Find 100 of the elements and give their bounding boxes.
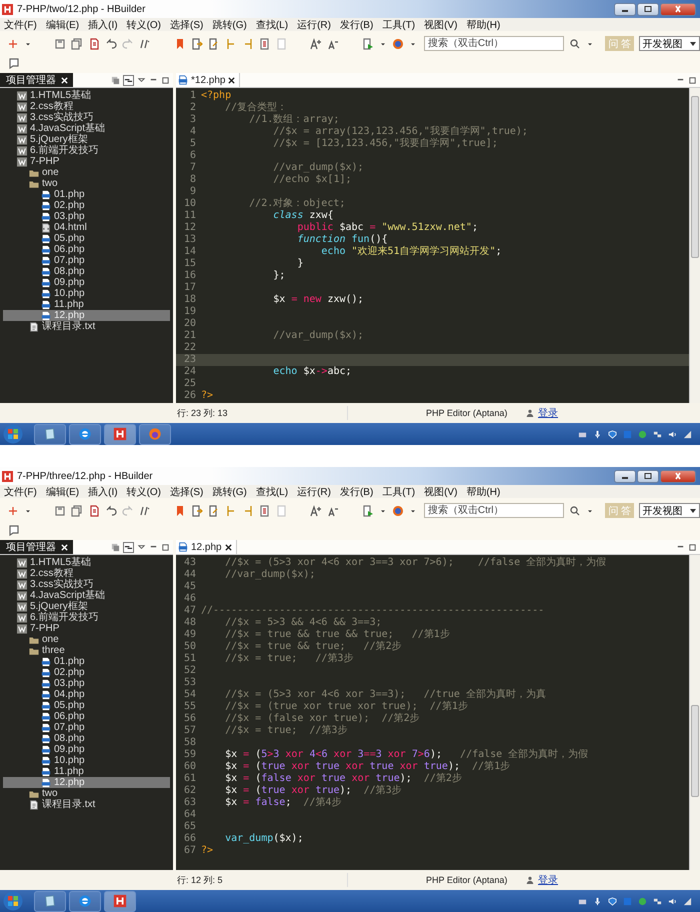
collapse-icon[interactable] <box>111 542 120 552</box>
menu-item[interactable]: 选择(S) <box>170 484 204 498</box>
scrollbar[interactable] <box>689 555 700 870</box>
menu-item[interactable]: 运行(R) <box>297 18 331 32</box>
collapse-icon[interactable] <box>111 76 120 84</box>
view-dropdown[interactable]: 开发视图 <box>639 36 700 51</box>
panel-tab[interactable]: 项目管理器 <box>0 73 73 87</box>
tree-item[interactable]: 4.JavaScript基础 <box>3 123 170 134</box>
tree-item[interactable]: 07.php <box>3 255 170 266</box>
menu-item[interactable]: 查找(L) <box>256 484 288 498</box>
network-icon[interactable] <box>653 896 662 906</box>
tree-item[interactable]: 3.css实战技巧 <box>3 579 170 590</box>
menu-item[interactable]: 跳转(G) <box>212 484 247 498</box>
login-link[interactable]: 登录 <box>538 873 558 887</box>
tree-item[interactable]: 02.php <box>3 200 170 211</box>
font-larger-icon[interactable] <box>310 38 322 50</box>
menu-item[interactable]: 转义(O) <box>126 18 162 32</box>
tree-item[interactable]: 07.php <box>3 722 170 733</box>
tree-item[interactable]: 6.前端开发技巧 <box>3 612 170 623</box>
run-icon[interactable] <box>362 504 374 516</box>
start-button[interactable] <box>3 424 23 444</box>
tree-item[interactable]: 12.php <box>3 310 170 321</box>
menu-item[interactable]: 发行(B) <box>340 484 374 498</box>
minimize-button[interactable] <box>614 2 636 16</box>
document-list-icon[interactable] <box>258 504 271 516</box>
tree-item[interactable]: 11.php <box>3 766 170 777</box>
search-field[interactable]: 搜索（双击Ctrl） <box>424 503 564 518</box>
tree-item[interactable]: 01.php <box>3 656 170 667</box>
menu-item[interactable]: 工具(T) <box>382 484 416 498</box>
maximize-button[interactable] <box>637 2 659 16</box>
speaker-icon[interactable] <box>668 896 677 906</box>
tree-item[interactable]: 1.HTML5基础 <box>3 90 170 101</box>
microphone-icon[interactable] <box>593 430 602 438</box>
start-button[interactable] <box>3 891 23 911</box>
dropdown-icon[interactable] <box>137 76 146 84</box>
document-icon[interactable] <box>88 504 100 516</box>
menu-item[interactable]: 帮助(H) <box>466 18 500 32</box>
tree-item[interactable]: 3.css实战技巧 <box>3 112 170 123</box>
signal-icon[interactable] <box>683 896 692 906</box>
tree-item[interactable]: 7-PHP <box>3 623 170 634</box>
undo-icon[interactable] <box>105 504 118 516</box>
tree-item[interactable]: 04.html <box>3 222 170 233</box>
close-icon[interactable] <box>224 544 232 550</box>
tree-item[interactable]: 课程目录.txt <box>3 321 170 332</box>
branch-icon[interactable] <box>224 38 237 50</box>
document-out-icon[interactable] <box>208 504 220 516</box>
document-icon[interactable] <box>88 38 100 50</box>
tree-item[interactable]: two <box>3 178 170 189</box>
plus-icon[interactable] <box>7 38 19 50</box>
menu-item[interactable]: 运行(R) <box>297 484 331 498</box>
taskbar-button[interactable] <box>34 424 66 444</box>
menu-item[interactable]: 跳转(G) <box>212 18 247 32</box>
menu-item[interactable]: 查找(L) <box>256 18 288 32</box>
tree-item[interactable]: 06.php <box>3 711 170 722</box>
tree-item[interactable]: 03.php <box>3 678 170 689</box>
menu-item[interactable]: 视图(V) <box>424 18 458 32</box>
format-icon[interactable] <box>139 504 152 516</box>
menu-item[interactable]: 发行(B) <box>340 18 374 32</box>
menu-item[interactable]: 插入(I) <box>88 484 118 498</box>
menu-item[interactable]: 编辑(E) <box>46 484 80 498</box>
save-icon[interactable] <box>54 504 66 516</box>
menu-item[interactable]: 文件(F) <box>4 18 37 32</box>
tree-item[interactable]: one <box>3 167 170 178</box>
tree-item[interactable]: 04.php <box>3 689 170 700</box>
taskbar-button[interactable] <box>104 890 136 912</box>
document-list-icon[interactable] <box>258 38 271 50</box>
menu-item[interactable]: 编辑(E) <box>46 18 80 32</box>
browser-icon[interactable] <box>392 38 404 50</box>
link-icon[interactable] <box>123 542 134 552</box>
undo-icon[interactable] <box>105 38 118 50</box>
tree-item[interactable]: 2.css教程 <box>3 568 170 579</box>
keyboard-icon[interactable] <box>578 430 587 438</box>
maximize-icon[interactable] <box>161 542 170 552</box>
tree-item[interactable]: 6.前端开发技巧 <box>3 145 170 156</box>
taskbar-button[interactable] <box>104 424 136 444</box>
tree-item[interactable]: 09.php <box>3 744 170 755</box>
save-all-icon[interactable] <box>71 38 84 50</box>
browser-icon[interactable] <box>392 504 404 516</box>
note-icon[interactable] <box>8 57 20 69</box>
search-icon[interactable] <box>568 504 581 516</box>
tree-item[interactable]: 2.css教程 <box>3 101 170 112</box>
branch-icon[interactable] <box>224 504 237 516</box>
tree-item[interactable]: three <box>3 645 170 656</box>
save-icon[interactable] <box>54 38 66 50</box>
menu-item[interactable]: 视图(V) <box>424 484 458 498</box>
tree-item[interactable]: 5.jQuery框架 <box>3 134 170 145</box>
taskbar-button[interactable] <box>69 424 101 444</box>
minimize-button[interactable] <box>614 470 636 482</box>
signal-icon[interactable] <box>683 430 692 438</box>
tree-item[interactable]: 08.php <box>3 733 170 744</box>
microphone-icon[interactable] <box>593 896 602 906</box>
tree-item[interactable]: 10.php <box>3 755 170 766</box>
maximize-icon[interactable] <box>161 76 170 84</box>
tree-item[interactable]: 01.php <box>3 189 170 200</box>
plus-icon[interactable] <box>7 504 19 516</box>
close-button[interactable] <box>660 470 696 482</box>
tree-item[interactable]: 11.php <box>3 299 170 310</box>
link-icon[interactable] <box>123 74 134 86</box>
close-button[interactable] <box>660 2 696 16</box>
menu-item[interactable]: 文件(F) <box>4 484 37 498</box>
